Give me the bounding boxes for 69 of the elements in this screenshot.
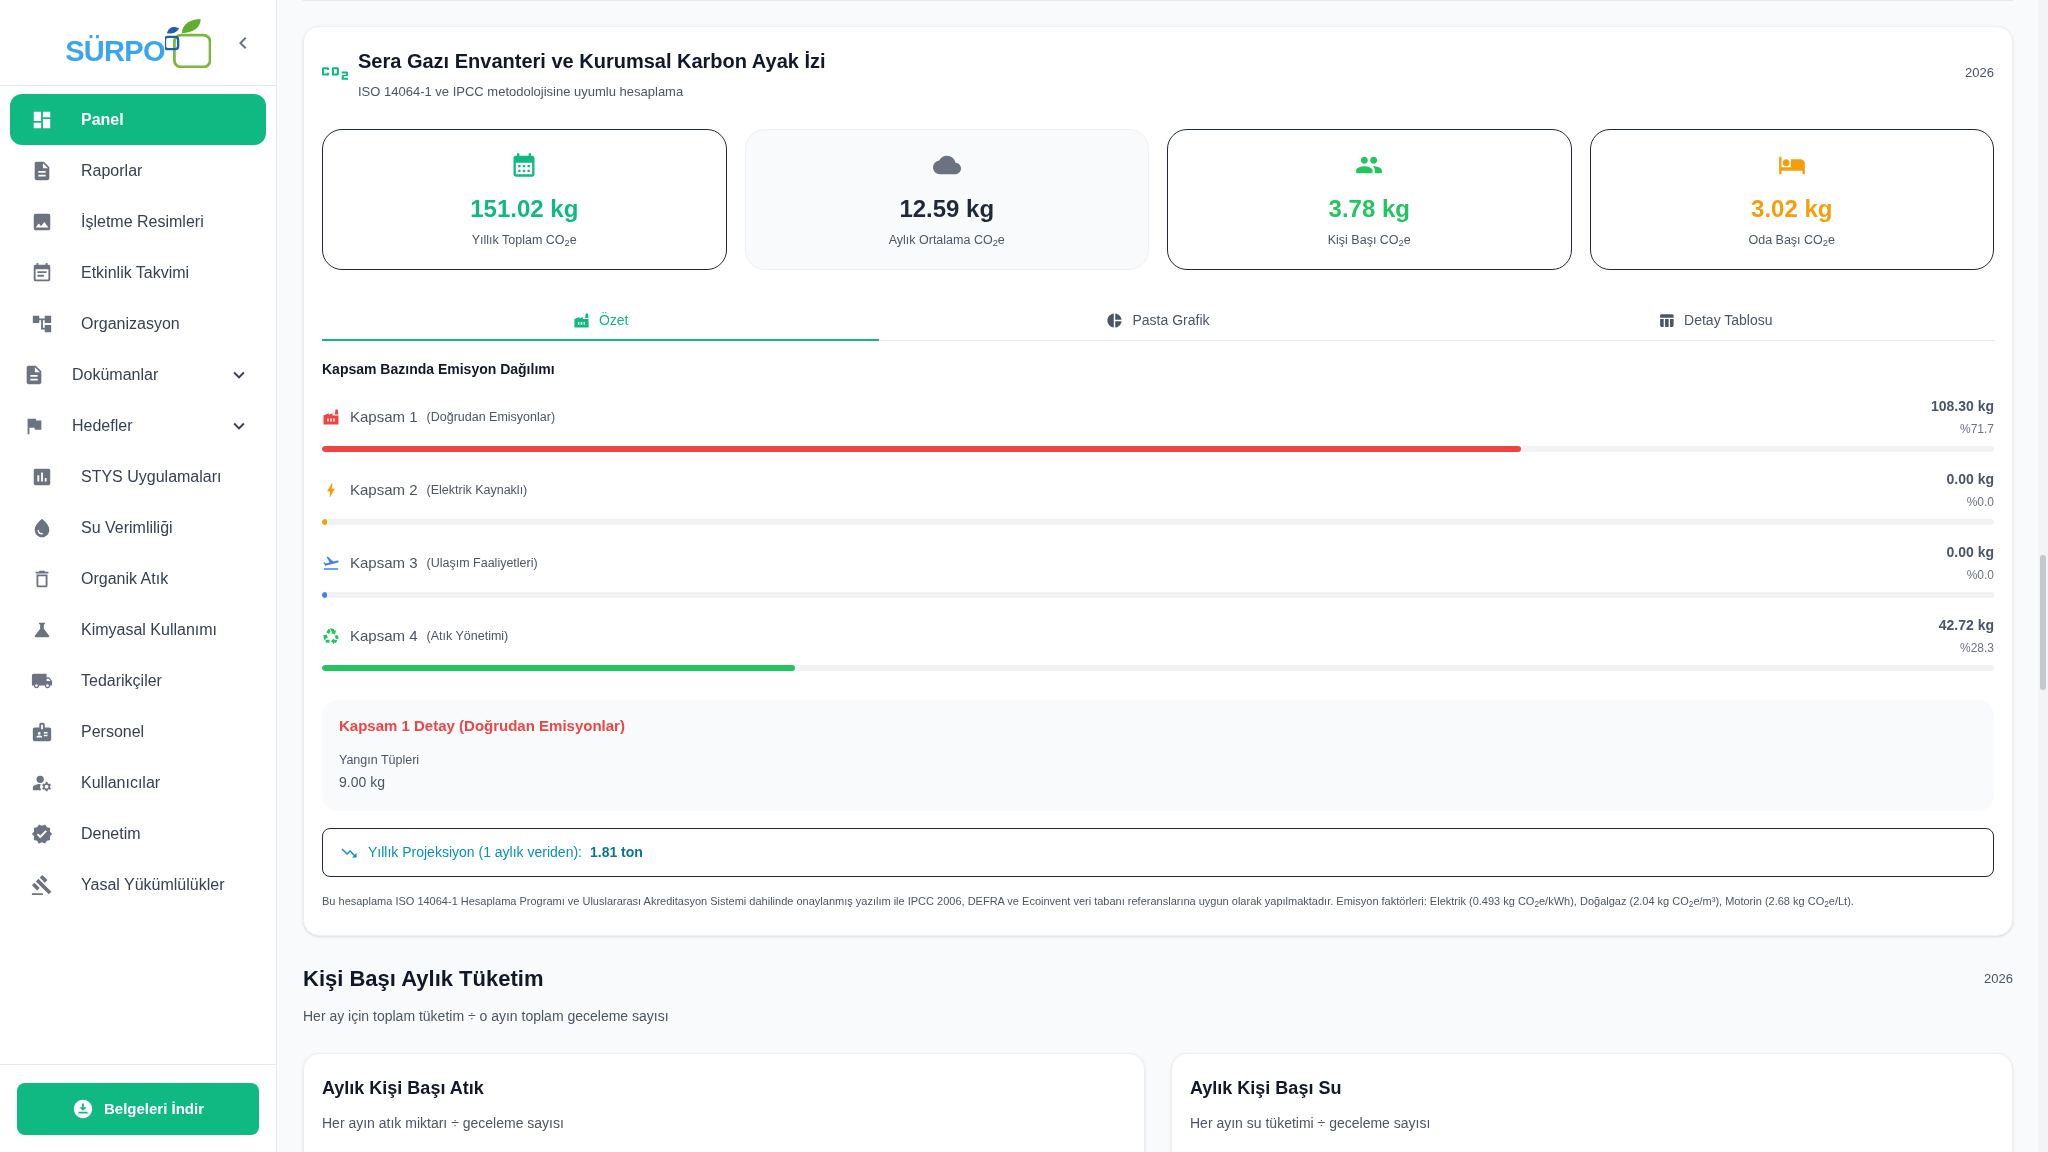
download-icon	[72, 1098, 94, 1120]
scope-amount: 108.30 kg	[1930, 397, 1994, 415]
scrollbar-thumb[interactable]	[2040, 555, 2046, 690]
projection-label: Yıllık Projeksiyon (1 aylık veriden):	[368, 843, 582, 862]
tab[interactable]: Detay Tablosu	[1436, 301, 1994, 341]
logo-wordmark: SÜRPO	[65, 37, 165, 66]
stat-label: Oda Başı CO$_{2}$e	[1748, 232, 1835, 248]
card-subtitle: ISO 14064-1 ve IPCC metodolojisine uyumlu hesaplama	[358, 84, 685, 100]
table-icon	[1658, 311, 1676, 329]
chart-card-subtitle: Her ayın su tüketimi ÷ geceleme sayısı	[1190, 1115, 1431, 1131]
scope-share: %28.3	[1959, 640, 1994, 656]
scope-amount: 42.72 kg	[1938, 616, 1994, 634]
leaf-logo-icon	[164, 19, 211, 68]
scope-note: (Doğrudan Emisyonlar)	[426, 408, 556, 426]
chart-card-title: Aylık Kişi Başı Su	[1190, 1077, 1342, 1100]
sidebar-item[interactable]: Etkinlik Takvimi	[10, 247, 266, 298]
sidebar-item[interactable]: İşletme Resimleri	[10, 196, 266, 247]
stat-value: 3.78 kg	[1328, 194, 1410, 224]
sidebar-item[interactable]: Personel	[10, 706, 266, 757]
stat-label: Aylık Ortalama CO$_{2}$e	[888, 232, 1005, 248]
scope-name: Kapsam 3	[350, 552, 418, 573]
sidebar-item[interactable]: Yasal Yükümlülükler	[10, 859, 266, 910]
sidebar-item[interactable]: Tedarikçiler	[10, 655, 266, 706]
year-label: 2026	[1965, 64, 1994, 83]
detail-value: 9.00 kg	[339, 773, 385, 791]
footnote: Bu hesaplama ISO 14064-1 Hesaplama Programı ve Uluslararası Akreditasyon Sistemi dahilinde onaylanmış yazılım ile IPCC 2006, DEFRA ve Ecoinvent veri tabanı referanslarına uygun olarak yapılmaktadır. Emisyon faktörleri: Elektrik (0.493 kg CO$_{2}$e/kWh), Doğalgaz (2.04 kg CO$_{2}$e/m³), Motorin (2.68 kg CO$_{2}$e/Lt).	[322, 894, 1855, 908]
id-badge-icon	[31, 720, 53, 743]
sidebar-item[interactable]: Su Verimliliği	[10, 502, 266, 553]
tab[interactable]: Pasta Grafik	[879, 301, 1437, 341]
section-heading: Kapsam Bazında Emisyon Dağılımı	[322, 361, 556, 377]
sidebar-item[interactable]: Kullanıcılar	[10, 757, 266, 808]
sidebar-item[interactable]: Raporlar	[10, 145, 266, 196]
detail-label: Yangın Tüpleri	[339, 752, 420, 768]
sidebar-item[interactable]: Organik Atık	[10, 553, 266, 604]
stat-value: 12.59 kg	[899, 194, 995, 224]
pie-chart-icon	[1106, 311, 1124, 329]
scope-note: (Ulaşım Faaliyetleri)	[426, 554, 538, 572]
scope-amount: 0.00 kg	[1946, 543, 1994, 561]
section-title: Kişi Başı Aylık Tüketim	[303, 965, 544, 993]
scope-amount: 0.00 kg	[1946, 470, 1994, 488]
chart-card-title: Aylık Kişi Başı Atık	[322, 1077, 484, 1100]
stat-label: Kişi Başı CO$_{2}$e	[1327, 232, 1411, 248]
stat-value: 151.02 kg	[470, 194, 579, 224]
chart-card-subtitle: Her ayın atık miktarı ÷ geceleme sayısı	[322, 1115, 564, 1131]
scope-share: %0.0	[1966, 494, 1994, 510]
scope-note: (Atık Yönetimi)	[426, 627, 509, 645]
scope-share: %0.0	[1966, 567, 1994, 583]
stat-value: 3.02 kg	[1751, 194, 1833, 224]
detail-title: Kapsam 1 Detay (Doğrudan Emisyonlar)	[339, 716, 625, 736]
sidebar-item[interactable]: Organizasyon	[10, 298, 266, 349]
stat-label: Yıllık Toplam CO$_{2}$e	[471, 232, 577, 248]
projection-value: 1.81 ton	[589, 843, 643, 862]
factory-icon	[572, 311, 590, 329]
card-title: Sera Gazı Envanteri ve Kurumsal Karbon Ayak İzi	[358, 49, 826, 74]
sidebar-item[interactable]: Denetim	[10, 808, 266, 859]
sidebar-item[interactable]: STYS Uygulamaları	[10, 451, 266, 502]
scope-name: Kapsam 4	[350, 625, 418, 646]
check-badge-icon	[31, 822, 53, 845]
sidebar-item[interactable]: Hedefler	[10, 400, 266, 451]
year-label: 2026	[1984, 970, 2013, 989]
scope-name: Kapsam 2	[350, 479, 418, 500]
scope-name: Kapsam 1	[350, 406, 418, 427]
sidebar-item[interactable]: Dokümanlar	[10, 349, 266, 400]
scope-note: (Elektrik Kaynaklı)	[426, 481, 528, 499]
gavel-icon	[31, 873, 53, 896]
scope-share: %71.7	[1959, 421, 1994, 437]
calendar-icon	[31, 261, 53, 284]
section-subtitle: Her ay için toplam tüketim ÷ o ayın toplam geceleme sayısı	[303, 1008, 670, 1024]
sidebar-item[interactable]: Kimyasal Kullanımı	[10, 604, 266, 655]
